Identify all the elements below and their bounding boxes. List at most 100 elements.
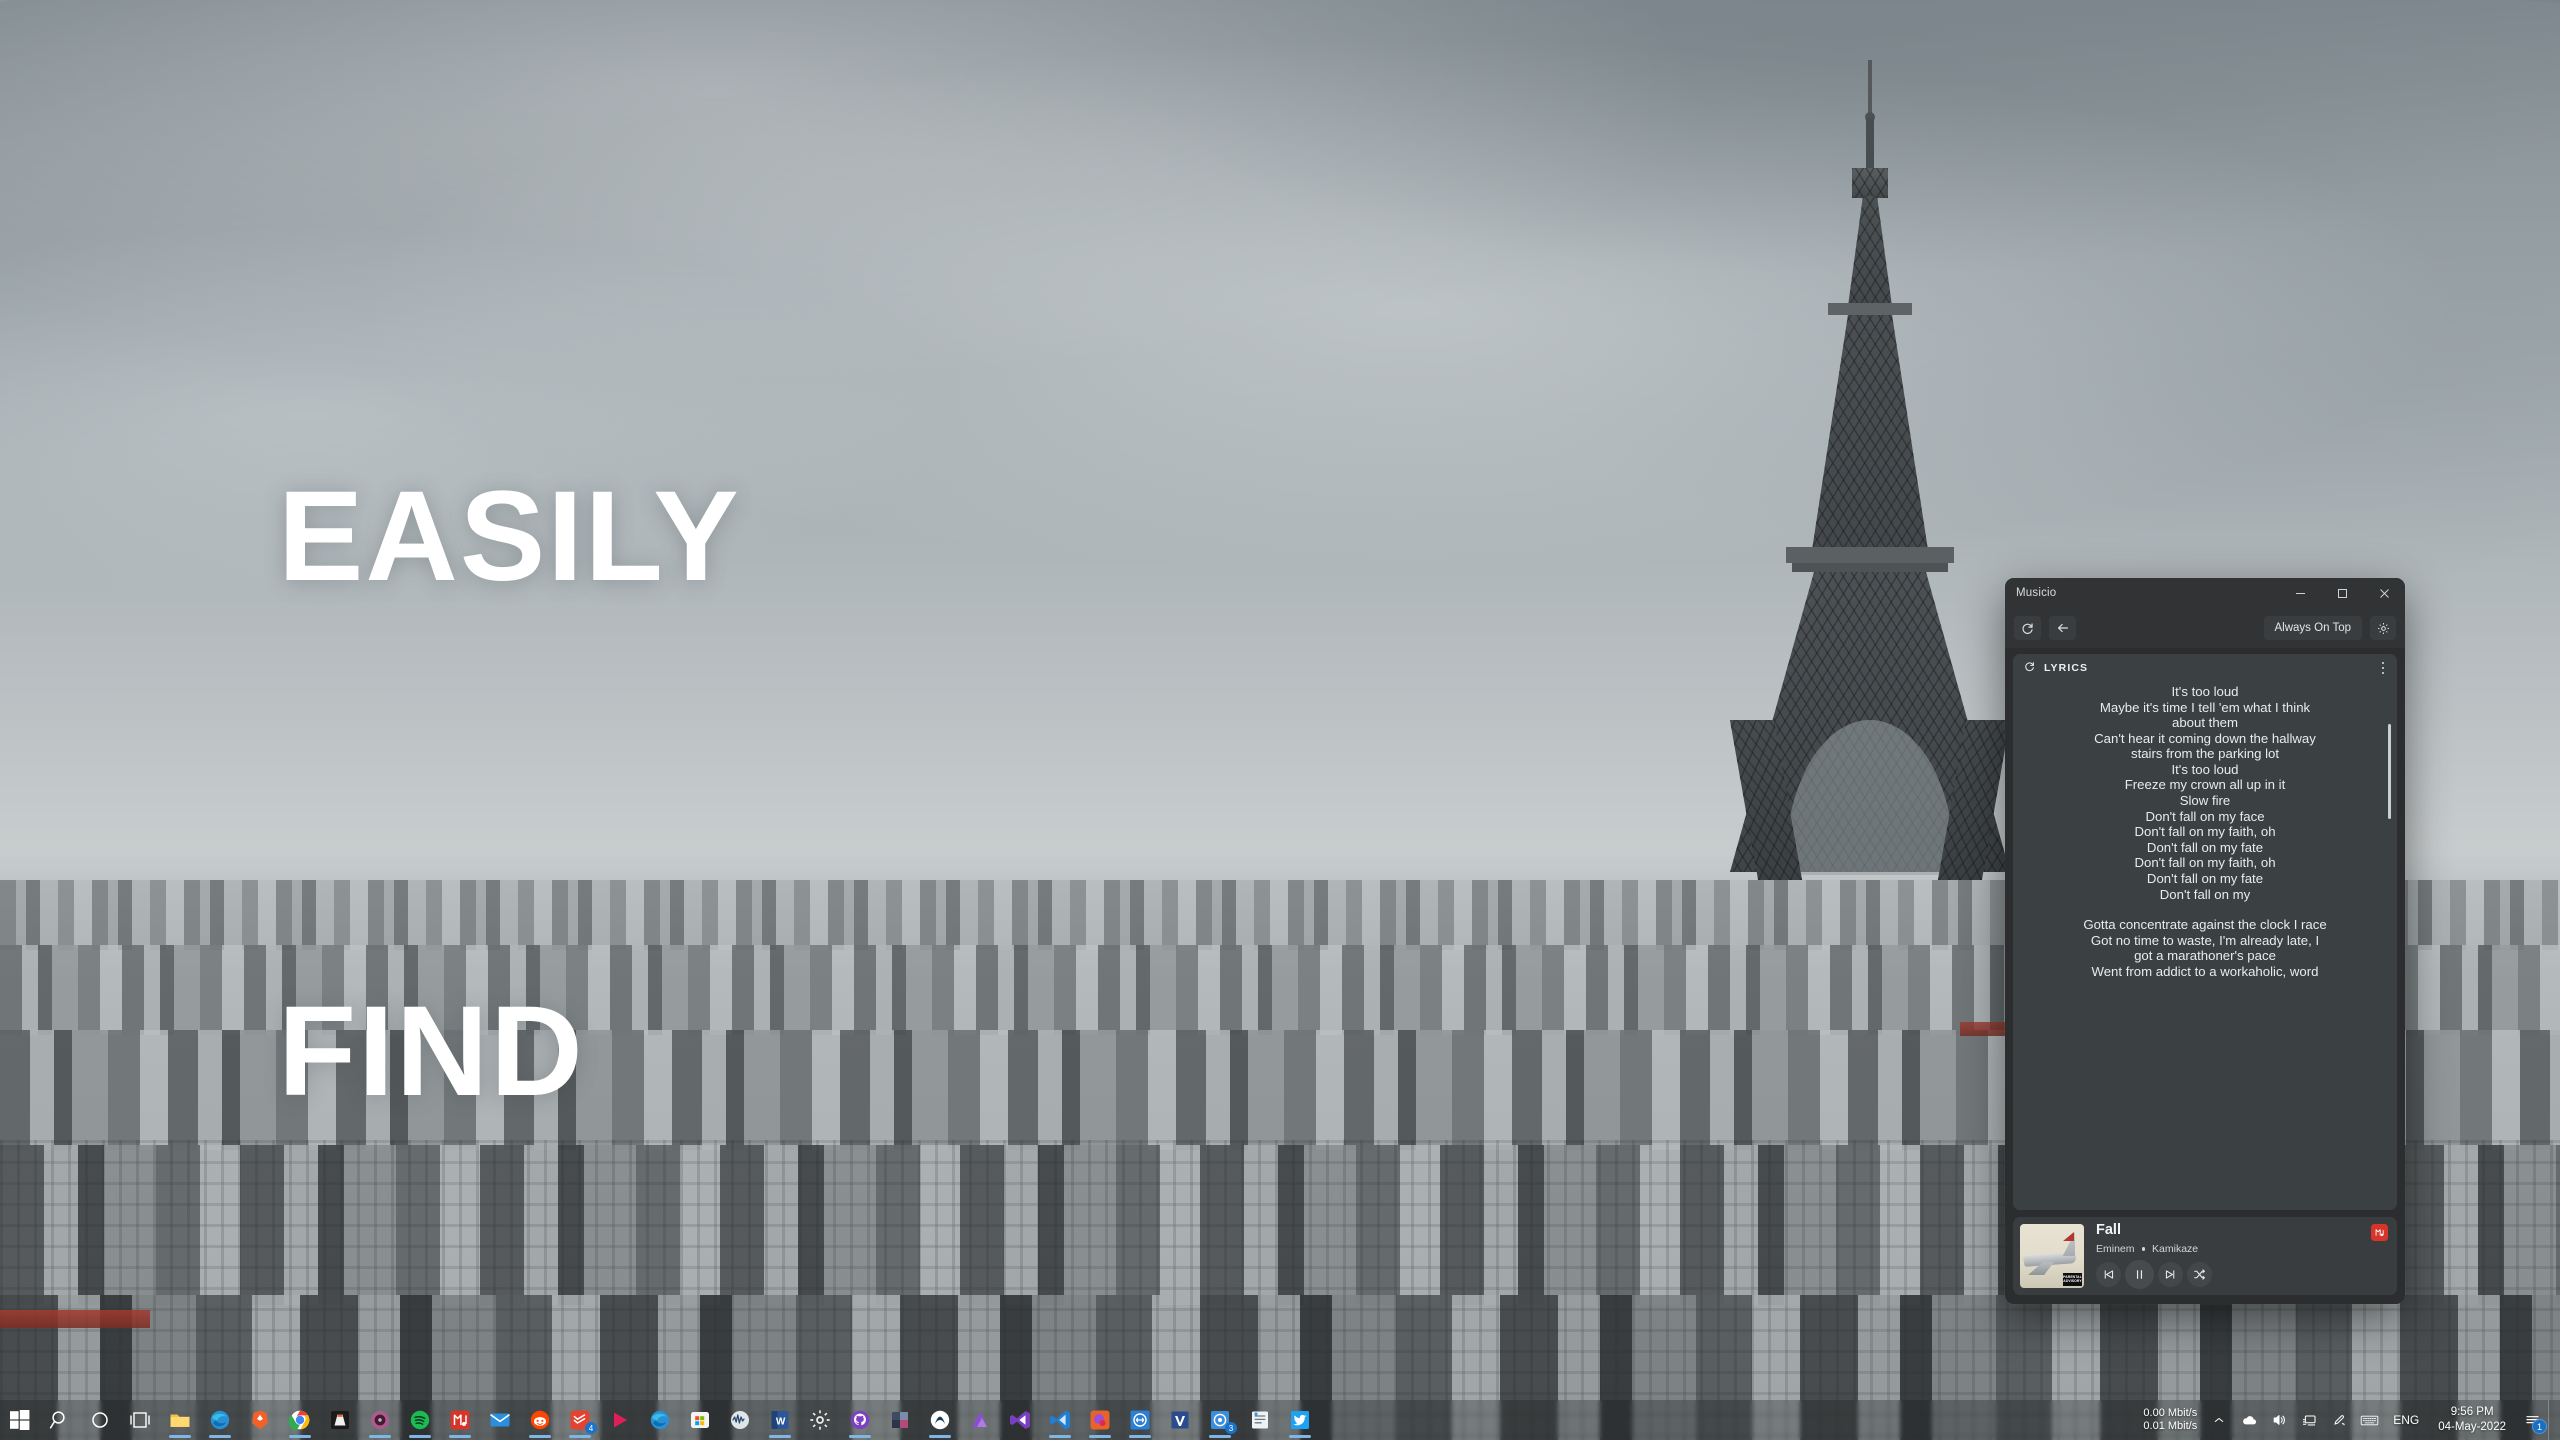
taskbar-app-messaging[interactable] (1120, 1400, 1160, 1440)
separator-dot (2141, 1247, 2146, 1251)
window-titlebar[interactable]: Musicio (2005, 578, 2405, 608)
chrome-icon (288, 1410, 310, 1431)
network-speed-indicator[interactable]: 0.00 Mbit/s 0.01 Mbit/s (2136, 1407, 2204, 1434)
taskbar-app-microsoft-edge[interactable] (640, 1400, 680, 1440)
track-info: Fall Eminem Kamikaze (2084, 1222, 2390, 1289)
page-title: EASILY FIND LYRICS (278, 108, 748, 1440)
pen-icon[interactable] (2324, 1400, 2354, 1440)
cortana-button[interactable] (80, 1400, 120, 1440)
network-upload-speed: 0.01 Mbit/s (2143, 1420, 2198, 1432)
minimize-button[interactable] (2279, 578, 2321, 608)
disc-icon (371, 1411, 389, 1429)
taskbar-app-settings[interactable] (800, 1400, 840, 1440)
taskbar-app-reddit[interactable] (520, 1400, 560, 1440)
action-center-button[interactable]: 1 (2516, 1400, 2548, 1440)
lyrics-refresh-icon[interactable] (2024, 659, 2035, 677)
taskbar-app-groove-music[interactable] (360, 1400, 400, 1440)
search-icon (49, 1411, 65, 1429)
taskbar-app-brave-browser[interactable] (240, 1400, 280, 1440)
taskbar-app-vivaldi[interactable] (1160, 1400, 1200, 1440)
task-view-icon (130, 1412, 150, 1428)
gear-icon[interactable] (2370, 616, 2396, 640)
github-icon (850, 1410, 870, 1430)
taskbar-app-notes[interactable] (1240, 1400, 1280, 1440)
play-pause-button[interactable] (2125, 1259, 2154, 1289)
window-controls (2279, 578, 2405, 608)
taskbar-app-discord[interactable] (1080, 1400, 1120, 1440)
lyrics-scrollbar[interactable] (2388, 724, 2391, 819)
kebab-menu-icon[interactable] (2380, 658, 2387, 679)
taskbar-app-vlc-media-player[interactable] (320, 1400, 360, 1440)
musicio-source-badge (2371, 1224, 2388, 1241)
tower-tier-2 (1812, 315, 1928, 550)
window-toolbar: Always On Top (2005, 608, 2405, 648)
taskbar-app-media-player[interactable] (600, 1400, 640, 1440)
discord-icon (1090, 1410, 1110, 1430)
album-art[interactable]: PARENTAL ADVISORY (2020, 1224, 2084, 1288)
musicio-window[interactable]: Musicio Always On Top LYRICS It's too lo… (2005, 578, 2405, 1304)
language-indicator[interactable]: ENG (2384, 1413, 2428, 1427)
taskbar-app-anaconda-navigator[interactable] (920, 1400, 960, 1440)
back-arrow-icon[interactable] (2049, 616, 2076, 640)
word-icon: W (771, 1411, 789, 1429)
musicio-icon (450, 1410, 470, 1430)
lyrics-line: Don't fall on my faith, oh (2134, 824, 2276, 840)
lyrics-line: Don't fall on my face (2145, 808, 2265, 824)
show-desktop-button[interactable] (2548, 1400, 2556, 1440)
taskbar-app-microsoft-edge-beta[interactable] (200, 1400, 240, 1440)
network-download-speed: 0.00 Mbit/s (2143, 1406, 2198, 1419)
taskbar-app-mail[interactable] (480, 1400, 520, 1440)
taskbar[interactable]: 4 W 3 0.00 Mbit/s 0.01 Mbit/s ENG 9:56 P… (0, 1400, 2560, 1440)
brave-icon (252, 1410, 268, 1430)
audacity-icon (731, 1411, 749, 1429)
monitor-network-icon[interactable] (2294, 1400, 2324, 1440)
desktop[interactable]: EASILY FIND LYRICS Musicio (0, 0, 2560, 1440)
next-track-button[interactable] (2158, 1261, 2183, 1287)
taskbar-app-audacity[interactable] (720, 1400, 760, 1440)
previous-track-button[interactable] (2096, 1261, 2121, 1287)
taskbar-app-github-desktop[interactable] (840, 1400, 880, 1440)
taskbar-app-nuxt[interactable] (960, 1400, 1000, 1440)
taskbar-app-microsoft-store[interactable] (680, 1400, 720, 1440)
maximize-button[interactable] (2321, 578, 2363, 608)
lyrics-line: Got no time to waste, I'm already late, … (2090, 932, 2320, 948)
search-button[interactable] (40, 1400, 80, 1440)
taskbar-app-google-chrome[interactable] (280, 1400, 320, 1440)
lyrics-text[interactable]: It's too loud Maybe it's time I tell 'em… (2013, 682, 2397, 1210)
taskbar-app-twitter[interactable] (1280, 1400, 1320, 1440)
clock[interactable]: 9:56 PM 04-May-2022 (2428, 1405, 2516, 1435)
always-on-top-button[interactable]: Always On Top (2263, 616, 2362, 640)
keyboard-icon[interactable] (2354, 1400, 2384, 1440)
spotify-icon (410, 1410, 430, 1430)
clock-time: 9:56 PM (2450, 1406, 2494, 1419)
taskbar-app-teams[interactable]: 3 (1200, 1400, 1240, 1440)
windows-start-icon (10, 1410, 30, 1430)
taskbar-app-musicio[interactable] (440, 1400, 480, 1440)
taskbar-app-visual-studio[interactable] (1000, 1400, 1040, 1440)
lyrics-line: Slow fire (2179, 793, 2231, 809)
start-button[interactable] (0, 1400, 40, 1440)
lyrics-line: Don't fall on my faith, oh (2134, 855, 2276, 871)
track-subtitle: Eminem Kamikaze (2096, 1243, 2390, 1255)
tower-tier-3 (1848, 196, 1892, 306)
tower-platform-2 (1828, 303, 1912, 315)
taskbar-app-file-explorer[interactable] (160, 1400, 200, 1440)
speaker-icon[interactable] (2264, 1400, 2294, 1440)
taskbar-app-spotify[interactable] (400, 1400, 440, 1440)
lyrics-line: It's too loud (2171, 684, 2239, 699)
chevron-up-icon[interactable] (2204, 1400, 2234, 1440)
notification-count-badge: 1 (2532, 1419, 2547, 1434)
taskbar-app-figma[interactable] (880, 1400, 920, 1440)
headline-line-2: FIND (278, 979, 585, 1123)
refresh-icon[interactable] (2014, 616, 2041, 640)
taskbar-app-microsoft-word[interactable]: W (760, 1400, 800, 1440)
always-on-top-label: Always On Top (2274, 622, 2352, 634)
shuffle-button[interactable] (2187, 1261, 2212, 1287)
close-button[interactable] (2363, 578, 2405, 608)
task-view-button[interactable] (120, 1400, 160, 1440)
cloud-icon[interactable] (2234, 1400, 2264, 1440)
anaconda-icon (930, 1410, 950, 1430)
taskbar-app-todoist[interactable]: 4 (560, 1400, 600, 1440)
lyrics-card: LYRICS It's too loud Maybe it's time I t… (2013, 654, 2397, 1210)
taskbar-app-vs-code[interactable] (1040, 1400, 1080, 1440)
